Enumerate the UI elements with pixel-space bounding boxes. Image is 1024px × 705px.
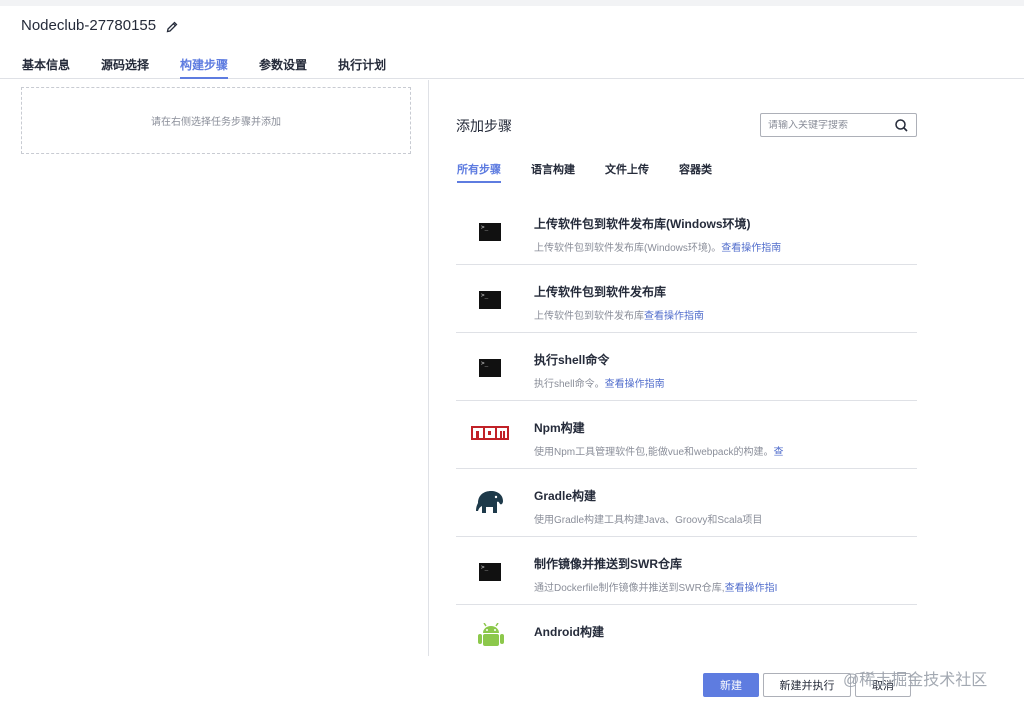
step-dropzone[interactable]: 请在右侧选择任务步骤并添加 <box>21 87 411 154</box>
tab-all-steps[interactable]: 所有步骤 <box>457 161 501 183</box>
step-item-upload-windows[interactable]: 上传软件包到软件发布库(Windows环境) 上传软件包到软件发布库(Windo… <box>456 197 917 265</box>
dropzone-hint: 请在右侧选择任务步骤并添加 <box>151 117 281 128</box>
category-tabs: 所有步骤 语言构建 文件上传 容器类 <box>457 161 742 183</box>
add-step-panel: 添加步骤 所有步骤 语言构建 文件上传 容器类 上传软件包到软件发布库(Wind… <box>430 80 1024 655</box>
step-item-npm[interactable]: Npm构建 使用Npm工具管理软件包,能做vue和webpack的构建。查 <box>456 401 917 469</box>
step-desc: 上传软件包到软件发布库(Windows环境)。查看操作指南 <box>534 243 782 254</box>
tab-source-select[interactable]: 源码选择 <box>101 56 149 79</box>
step-desc: 上传软件包到软件发布库查看操作指南 <box>534 311 704 322</box>
terminal-icon <box>478 560 502 584</box>
tab-schedule[interactable]: 执行计划 <box>338 56 386 79</box>
android-icon <box>478 622 504 651</box>
search-icon[interactable] <box>895 119 908 132</box>
search-box <box>760 113 917 137</box>
guide-link[interactable]: 查看操作指I <box>725 583 778 594</box>
page-title: Nodeclub-27780155 <box>21 17 157 34</box>
guide-link[interactable]: 查看操作指南 <box>721 243 781 254</box>
step-name: 上传软件包到软件发布库 <box>534 285 667 299</box>
title-row: Nodeclub-27780155 <box>21 17 178 34</box>
pencil-edit-icon[interactable] <box>166 20 178 32</box>
guide-link[interactable]: 查看操作指南 <box>644 311 704 322</box>
step-list: 上传软件包到软件发布库(Windows环境) 上传软件包到软件发布库(Windo… <box>456 197 917 655</box>
terminal-icon <box>478 356 502 380</box>
tab-parameters[interactable]: 参数设置 <box>259 56 307 79</box>
tab-language-build[interactable]: 语言构建 <box>531 161 575 183</box>
step-name: Npm构建 <box>534 421 585 435</box>
panel-title: 添加步骤 <box>456 118 512 134</box>
step-name: 制作镜像并推送到SWR仓库 <box>534 557 682 571</box>
tab-file-upload[interactable]: 文件上传 <box>605 161 649 183</box>
step-desc: 使用Gradle构建工具构建Java、Groovy和Scala项目 <box>534 515 763 526</box>
guide-link[interactable]: 查 <box>773 447 783 458</box>
npm-logo-icon <box>471 426 509 440</box>
page-header: Nodeclub-27780155 基本信息 源码选择 构建步骤 参数设置 执行… <box>0 6 1024 79</box>
create-and-run-button[interactable]: 新建并执行 <box>763 673 851 697</box>
page: Nodeclub-27780155 基本信息 源码选择 构建步骤 参数设置 执行… <box>0 6 1024 705</box>
step-desc: 使用Npm工具管理软件包,能做vue和webpack的构建。查 <box>534 447 784 458</box>
tab-build-steps[interactable]: 构建步骤 <box>180 56 229 79</box>
step-item-shell[interactable]: 执行shell命令 执行shell命令。查看操作指南 <box>456 333 917 401</box>
footer-bar: 新建 新建并执行 取消 @稀土掘金技术社区 <box>0 656 1024 705</box>
build-steps-pane: 请在右侧选择任务步骤并添加 <box>0 80 429 660</box>
step-name: 上传软件包到软件发布库(Windows环境) <box>534 217 751 231</box>
watermark: @稀土掘金技术社区 <box>843 672 988 689</box>
step-name: 执行shell命令 <box>534 353 610 367</box>
step-desc: 执行shell命令。查看操作指南 <box>534 379 665 390</box>
search-input[interactable] <box>768 119 888 131</box>
step-name: Android构建 <box>534 625 604 639</box>
tab-container[interactable]: 容器类 <box>679 161 712 183</box>
terminal-icon <box>478 220 502 244</box>
create-button[interactable]: 新建 <box>703 673 759 697</box>
step-item-android[interactable]: Android构建 <box>456 605 917 655</box>
step-item-gradle[interactable]: Gradle构建 使用Gradle构建工具构建Java、Groovy和Scala… <box>456 469 917 537</box>
tab-basic-info[interactable]: 基本信息 <box>22 56 70 79</box>
step-desc: 通过Dockerfile制作镜像并推送到SWR仓库,查看操作指I <box>534 583 778 594</box>
guide-link[interactable]: 查看操作指南 <box>605 379 665 390</box>
gradle-elephant-icon <box>474 489 506 515</box>
main-tabs: 基本信息 源码选择 构建步骤 参数设置 执行计划 <box>22 56 417 79</box>
step-name: Gradle构建 <box>534 489 597 503</box>
terminal-icon <box>478 288 502 312</box>
step-item-swr-image[interactable]: 制作镜像并推送到SWR仓库 通过Dockerfile制作镜像并推送到SWR仓库,… <box>456 537 917 605</box>
step-item-upload-package[interactable]: 上传软件包到软件发布库 上传软件包到软件发布库查看操作指南 <box>456 265 917 333</box>
